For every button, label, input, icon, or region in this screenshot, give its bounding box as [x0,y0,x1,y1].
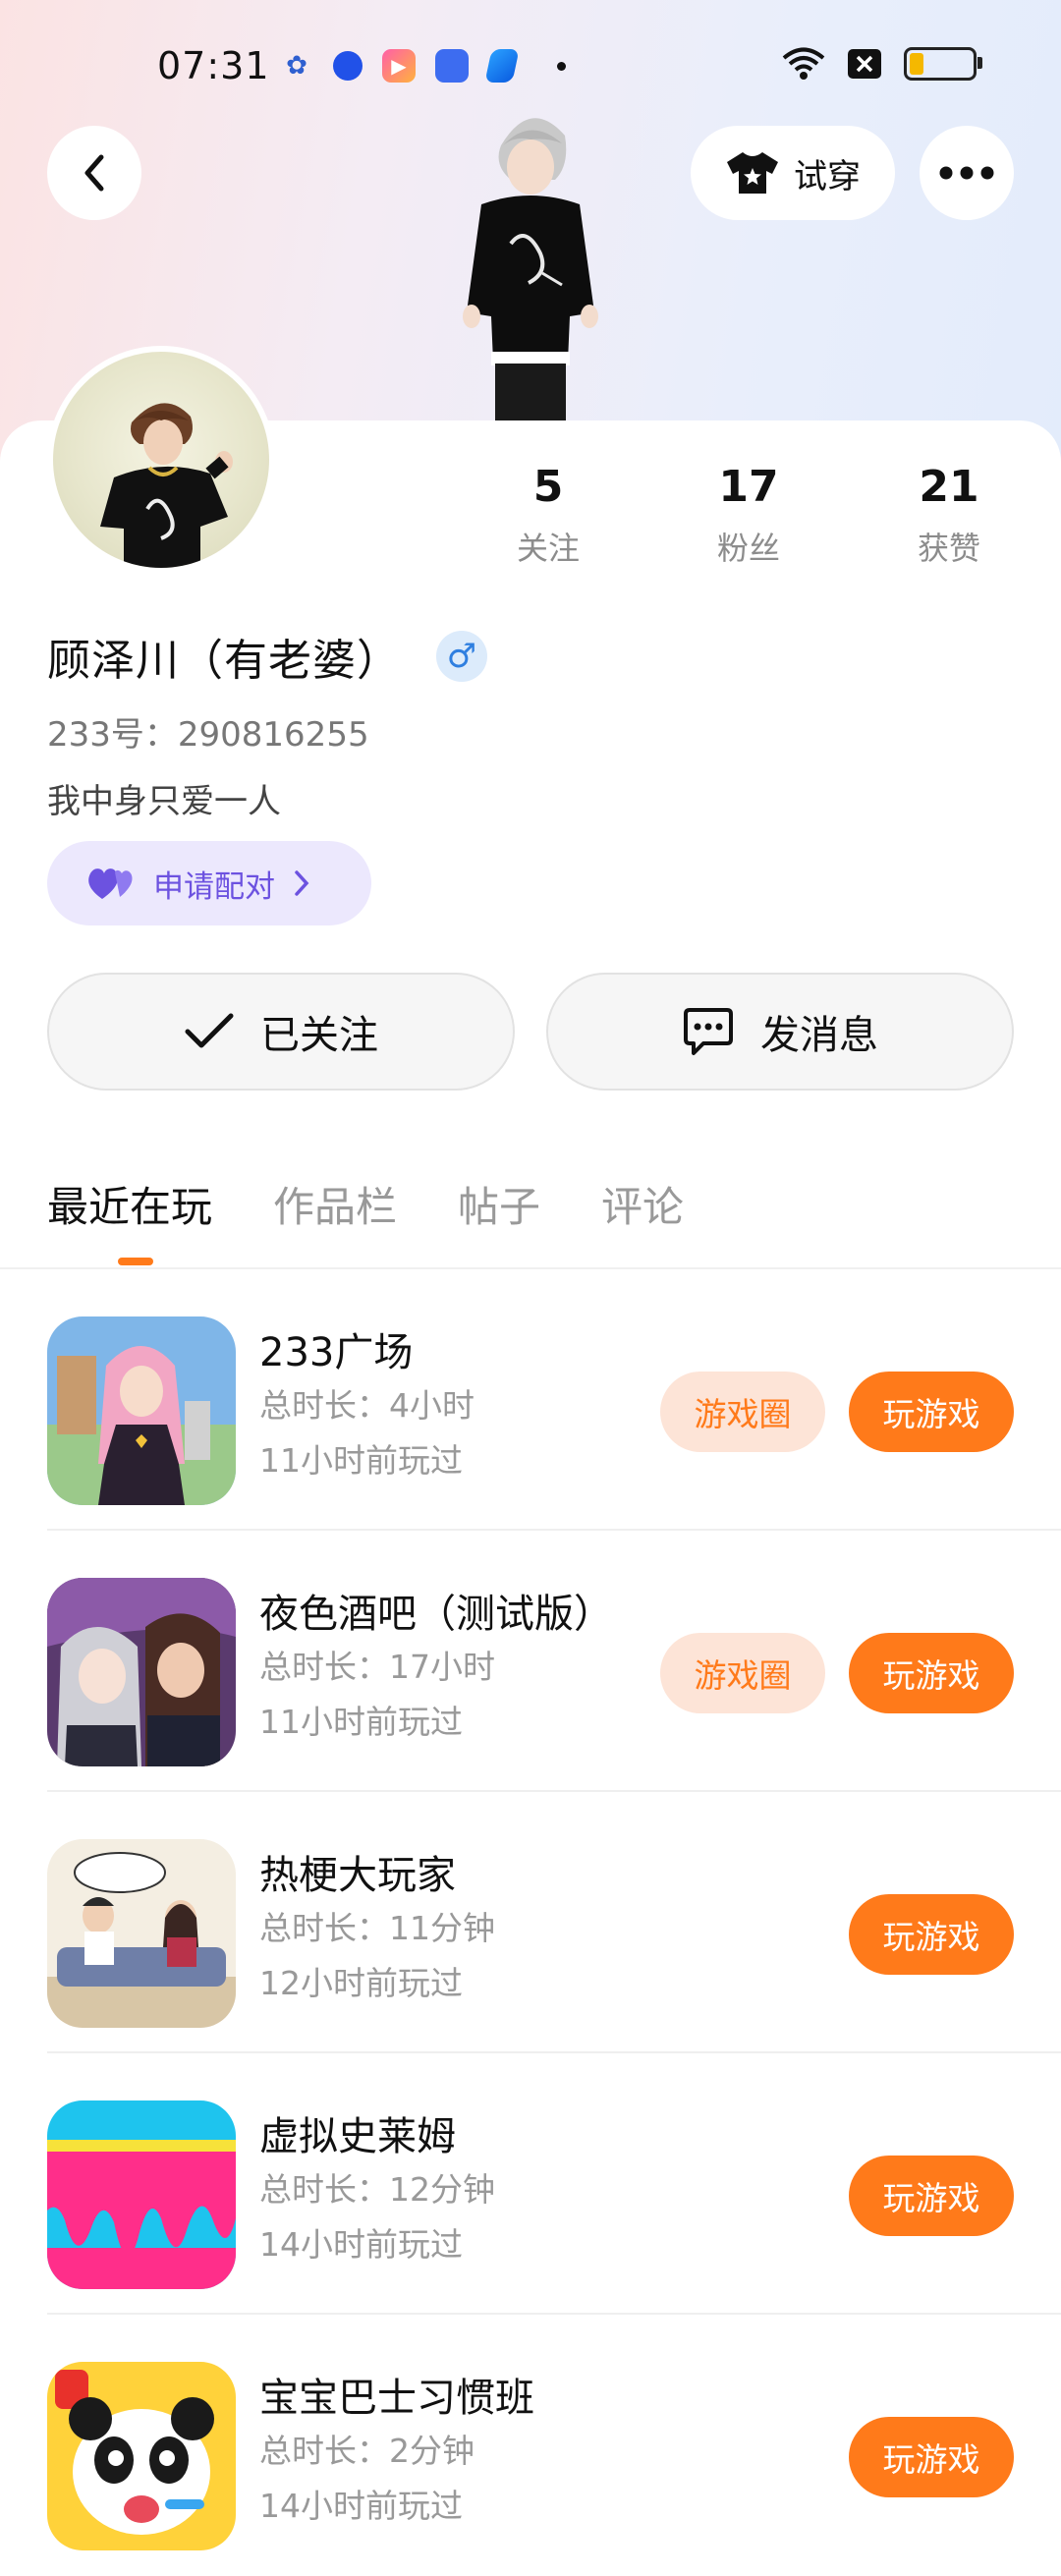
game-duration: 总时长：12分钟 [259,2170,495,2209]
feather-app-icon [484,49,520,83]
back-arrow-icon [84,154,104,192]
game-row[interactable]: 宝宝巴士习惯班 总时长：2分钟 14小时前玩过 玩游戏 [0,2315,1061,2576]
avatar-3d-character [463,118,598,420]
tab-posts[interactable]: 帖子 [458,1174,540,1234]
back-button[interactable] [47,126,141,220]
more-options-button[interactable] [920,126,1014,220]
chevron-right-icon [295,870,309,896]
game-last-played: 14小时前玩过 [259,2225,463,2264]
game-title: 233广场 [259,1330,414,1375]
game-duration: 总时长：4小时 [259,1386,475,1425]
game-row[interactable]: 虚拟史莱姆 总时长：12分钟 14小时前玩过 玩游戏 [0,2053,1061,2315]
wifi-icon [782,47,825,80]
notification-icons: ✿ ▶ [280,49,566,83]
send-message-label: 发消息 [760,1013,878,1058]
game-title: 宝宝巴士习惯班 [259,2376,534,2421]
check-icon [185,1013,234,1048]
battery-icon [904,47,982,81]
hearts-icon [88,868,133,899]
more-dots-icon [939,166,994,180]
following-count: 5 [532,462,564,512]
profile-tabs: 最近在玩 作品栏 帖子 评论 [47,1174,684,1234]
followed-label: 已关注 [260,1013,378,1058]
play-game-button[interactable]: 玩游戏 [849,2156,1014,2236]
try-on-label: 试穿 [794,156,861,196]
followers-label: 粉丝 [716,530,780,567]
likes-stat[interactable]: 21 获赞 [870,462,1028,569]
followers-count: 17 [718,462,779,512]
profile-stats: 5 关注 17 粉丝 21 获赞 [0,462,1061,580]
game-duration: 总时长：17小时 [259,1648,495,1686]
app-circle-icon [333,51,363,81]
baidu-paw-icon: ✿ [286,51,307,81]
game-circle-button[interactable]: 游戏圈 [660,1372,825,1452]
followed-button[interactable]: 已关注 [47,973,515,1091]
try-on-button[interactable]: 试穿 [691,126,895,220]
game-icon-night-bar[interactable] [47,1578,236,1766]
game-icon-233-square[interactable] [47,1316,236,1505]
game-last-played: 14小时前玩过 [259,2487,463,2525]
likes-label: 获赞 [917,530,980,567]
short-video-app-icon: ▶ [382,49,416,83]
profile-bio: 我中身只爱一人 [47,782,281,821]
match-request-button[interactable]: 申请配对 [47,841,371,925]
following-stat[interactable]: 5 关注 [470,462,627,569]
game-icon-meme-player[interactable] [47,1839,236,2028]
tab-works[interactable]: 作品栏 [273,1174,397,1234]
game-row[interactable]: 233广场 总时长：4小时 11小时前玩过 游戏圈 玩游戏 [0,1269,1061,1531]
play-game-button[interactable]: 玩游戏 [849,1372,1014,1452]
chat-app-icon [435,49,469,83]
male-gender-icon: ♂ [436,631,487,682]
game-duration: 总时长：2分钟 [259,2432,475,2470]
game-last-played: 11小时前玩过 [259,1441,463,1480]
more-notifications-dot [557,61,566,71]
send-message-button[interactable]: 发消息 [546,973,1014,1091]
play-game-button[interactable]: 玩游戏 [849,1894,1014,1975]
likes-count: 21 [919,462,979,512]
play-game-button[interactable]: 玩游戏 [849,2417,1014,2497]
tshirt-icon [727,152,778,194]
status-time: 07:31 [157,44,270,87]
profile-uid: 233号：290816255 [47,715,369,755]
play-game-button[interactable]: 玩游戏 [849,1633,1014,1713]
game-duration: 总时长：11分钟 [259,1909,495,1947]
chat-bubble-icon [684,1008,733,1055]
followers-stat[interactable]: 17 粉丝 [670,462,827,569]
tab-recently-played[interactable]: 最近在玩 [47,1174,212,1234]
game-last-played: 11小时前玩过 [259,1703,463,1741]
game-circle-button[interactable]: 游戏圈 [660,1633,825,1713]
game-last-played: 12小时前玩过 [259,1964,463,2002]
no-sim-icon [848,49,881,79]
active-tab-indicator [118,1258,153,1265]
game-title: 热梗大玩家 [259,1853,456,1898]
game-row[interactable]: 热梗大玩家 总时长：11分钟 12小时前玩过 玩游戏 [0,1792,1061,2053]
game-icon-babybus-panda[interactable] [47,2362,236,2550]
game-title: 夜色酒吧（测试版） [259,1592,613,1637]
following-label: 关注 [516,530,580,567]
tab-comments[interactable]: 评论 [601,1174,684,1234]
game-icon-virtual-slime[interactable] [47,2100,236,2289]
match-request-label: 申请配对 [153,868,275,905]
game-row[interactable]: 夜色酒吧（测试版） 总时长：17小时 11小时前玩过 游戏圈 玩游戏 [0,1531,1061,1792]
profile-name: 顾泽川（有老婆） [47,636,401,686]
game-title: 虚拟史莱姆 [259,2114,456,2159]
